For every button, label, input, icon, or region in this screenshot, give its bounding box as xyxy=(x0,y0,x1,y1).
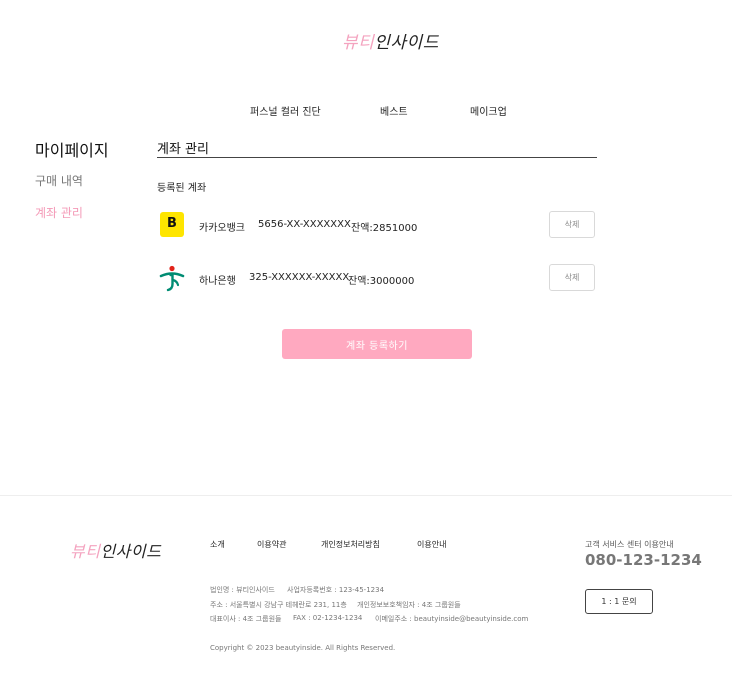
sidebar-title: 마이페이지 xyxy=(35,141,109,160)
footer-divider xyxy=(0,495,732,496)
account-balance: 잔액:2851000 xyxy=(351,223,418,234)
inquiry-button[interactable]: 1 : 1 문의 xyxy=(585,589,653,614)
kakaobank-icon: B xyxy=(160,212,184,237)
footer-ceo: 대표이사 : 4조 그룹원들 xyxy=(210,615,282,623)
nav-best[interactable]: 베스트 xyxy=(380,103,408,118)
customer-service-phone: 080-123-1234 xyxy=(585,551,702,569)
kakaobank-icon-letter: B xyxy=(167,216,177,231)
sidebar-item-accounts[interactable]: 계좌 관리 xyxy=(35,204,83,221)
title-divider xyxy=(157,157,597,158)
nav-personal-color[interactable]: 퍼스널 컬러 진단 xyxy=(250,103,321,118)
hanabank-icon xyxy=(158,264,186,292)
account-number: 325-XXXXXX-XXXXX xyxy=(249,272,350,283)
footer-link-about[interactable]: 소개 xyxy=(210,539,225,550)
delete-button[interactable]: 삭제 xyxy=(549,211,595,238)
footer-link-guide[interactable]: 이용안내 xyxy=(417,539,446,550)
registered-accounts-label: 등록된 계좌 xyxy=(157,183,207,194)
customer-service-label: 고객 서비스 센터 이용안내 xyxy=(585,540,674,549)
footer-logo-dark: 인사이드 xyxy=(100,542,162,561)
account-balance: 잔액:3000000 xyxy=(348,276,415,287)
hanabank-icon-graphic xyxy=(159,265,185,292)
footer-fax: FAX : 02-1234-1234 xyxy=(293,614,363,622)
footer-privacy-officer: 개인정보보호책임자 : 4조 그룹원들 xyxy=(357,601,461,609)
sidebar-item-orders[interactable]: 구매 내역 xyxy=(35,172,83,189)
account-bank-name: 하나은행 xyxy=(199,276,236,287)
brand-logo-dark: 인사이드 xyxy=(374,33,439,53)
account-bank-name: 카카오뱅크 xyxy=(199,223,245,234)
page-title: 계좌 관리 xyxy=(157,142,209,157)
nav-makeup[interactable]: 메이크업 xyxy=(470,103,507,118)
footer-link-terms[interactable]: 이용약관 xyxy=(257,539,286,550)
brand-logo-pink: 뷰티 xyxy=(342,33,375,53)
footer-business-no: 사업자등록번호 : 123-45-1234 xyxy=(287,586,385,594)
footer-address: 주소 : 서울특별시 강남구 테헤란로 231, 11층 xyxy=(210,601,347,609)
footer-brand-logo[interactable]: 뷰티인사이드 xyxy=(70,538,161,562)
footer-company: 법인명 : 뷰티인사이드 xyxy=(210,586,275,594)
footer-email: 이메일주소 : beautyinside@beautyinside.com xyxy=(375,615,529,623)
footer-logo-pink: 뷰티 xyxy=(70,542,101,561)
delete-button[interactable]: 삭제 xyxy=(549,264,595,291)
register-account-button[interactable]: 계좌 등록하기 xyxy=(282,329,472,359)
footer-copyright: Copyright © 2023 beautyinside. All Right… xyxy=(210,644,396,652)
brand-logo[interactable]: 뷰티인사이드 xyxy=(342,28,439,53)
account-number: 5656-XX-XXXXXXX xyxy=(258,219,351,230)
footer-link-privacy[interactable]: 개인정보처리방침 xyxy=(321,539,380,550)
